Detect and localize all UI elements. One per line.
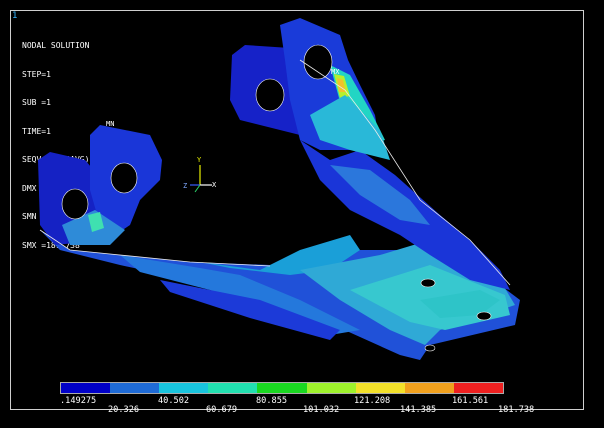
legend-band-2: [110, 383, 160, 393]
base-hole-2: [476, 311, 492, 321]
base-hole-1: [420, 278, 436, 288]
right-lug-hole-back: [255, 78, 285, 112]
triad-z-label: Z: [183, 182, 187, 190]
legend-label-8: 141.385: [400, 405, 437, 415]
legend-label-3: 40.502: [158, 396, 190, 406]
base-hole-3: [424, 344, 436, 352]
legend-label-6: 101.032: [303, 405, 340, 415]
legend-band-7: [355, 383, 405, 393]
min-marker: MN: [106, 120, 115, 128]
left-lug-hole-back: [61, 188, 89, 220]
coordinate-triad: Y Z X: [183, 156, 217, 193]
legend-label-9: 161.561: [452, 396, 489, 406]
legend-label-5: 80.855: [256, 396, 288, 406]
contour-plot: Y Z X: [38, 18, 520, 360]
legend-band-3: [159, 383, 209, 393]
legend-band-4: [208, 383, 258, 393]
contour-legend: [60, 382, 504, 394]
left-lug-hole-front: [110, 162, 138, 194]
legend-label-7: 121.208: [354, 396, 391, 406]
legend-band-5: [257, 383, 307, 393]
legend-label-4: 60.679: [206, 405, 238, 415]
legend-label-1: .149275: [60, 396, 97, 406]
max-marker: MX: [331, 68, 340, 76]
legend-label-10: 181.738: [498, 405, 535, 415]
right-lug-hole-front: [303, 44, 333, 80]
triad-y-label: Y: [197, 156, 202, 164]
triad-x-label: X: [212, 181, 217, 189]
legend-band-1: [61, 383, 111, 393]
legend-band-6: [306, 383, 356, 393]
legend-label-2: 20.326: [108, 405, 140, 415]
legend-band-9: [453, 383, 503, 393]
legend-band-8: [404, 383, 454, 393]
